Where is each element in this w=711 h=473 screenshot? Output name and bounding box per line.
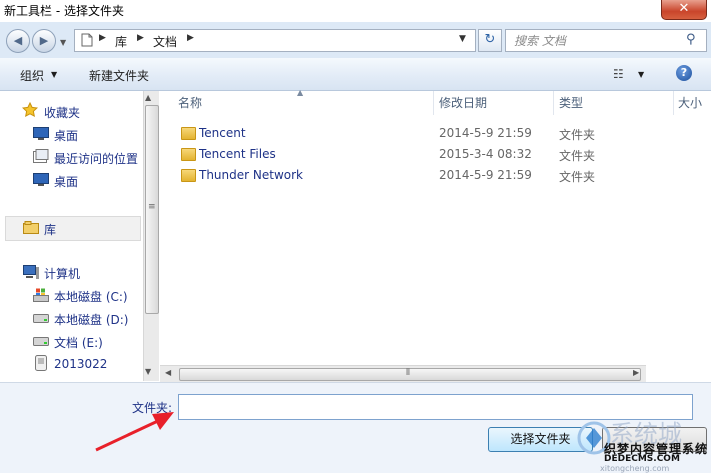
computer-icon bbox=[23, 265, 39, 279]
table-row[interactable]: Thunder Network 2014-5-9 21:59 文件夹 bbox=[160, 165, 690, 186]
search-icon[interactable]: ⚲ bbox=[686, 32, 696, 47]
column-divider[interactable] bbox=[673, 91, 674, 115]
window-title: 新工具栏 - 选择文件夹 bbox=[4, 4, 124, 18]
column-divider[interactable] bbox=[553, 91, 554, 115]
file-name: Tencent Files bbox=[199, 147, 276, 161]
scroll-down-icon[interactable]: ▼ bbox=[145, 367, 151, 376]
sidebar-item-device[interactable]: 2013022 bbox=[54, 357, 107, 371]
sidebar-item-computer[interactable]: 计算机 bbox=[44, 265, 80, 282]
new-folder-button[interactable]: 新建文件夹 bbox=[89, 67, 149, 84]
column-header-date[interactable]: 修改日期 bbox=[439, 91, 487, 115]
folder-icon bbox=[181, 148, 196, 161]
file-type: 文件夹 bbox=[559, 128, 596, 142]
forward-button[interactable]: ▶ bbox=[32, 29, 56, 53]
breadcrumb-libraries[interactable]: 库 bbox=[115, 33, 127, 50]
grip-icon: ≡ bbox=[148, 202, 156, 212]
scrollbar-thumb[interactable]: ≡ bbox=[145, 105, 159, 314]
annotation-arrow-icon bbox=[95, 412, 174, 452]
address-bar[interactable]: ▶ 库 ▶ 文档 ▶ ▼ bbox=[74, 29, 476, 52]
desktop-icon bbox=[33, 173, 49, 186]
table-row[interactable]: Tencent 2014-5-9 21:59 文件夹 bbox=[160, 123, 690, 144]
document-icon bbox=[81, 33, 93, 47]
column-header-name[interactable]: 名称 bbox=[178, 91, 202, 115]
sidebar-item-desktop[interactable]: 桌面 bbox=[54, 127, 78, 144]
table-row[interactable]: Tencent Files 2015-3-4 08:32 文件夹 bbox=[160, 144, 690, 165]
file-type: 文件夹 bbox=[559, 170, 596, 184]
folder-icon bbox=[181, 169, 196, 182]
file-date: 2014-5-9 21:59 bbox=[439, 168, 532, 182]
sidebar-item-desktop-2[interactable]: 桌面 bbox=[54, 173, 78, 190]
star-icon bbox=[22, 102, 38, 118]
file-date: 2015-3-4 08:32 bbox=[439, 147, 532, 161]
file-name: Thunder Network bbox=[199, 168, 303, 182]
chevron-down-icon[interactable]: ▼ bbox=[638, 70, 644, 79]
navigation-pane-scrollbar[interactable]: ▲ ≡ ▼ bbox=[143, 91, 159, 381]
column-divider[interactable] bbox=[433, 91, 434, 115]
organize-button[interactable]: 组织 bbox=[20, 67, 44, 84]
navigation-pane: 收藏夹 桌面 最近访问的位置 桌面 库 计算机 本地磁盘 (C:) 本地磁盘 (… bbox=[0, 91, 158, 381]
scroll-up-icon[interactable]: ▲ bbox=[145, 93, 151, 102]
scroll-left-icon[interactable]: ◀ bbox=[165, 368, 171, 377]
drive-icon bbox=[33, 314, 49, 323]
command-toolbar: 组织 ▼ 新建文件夹 ☷ ▼ ? bbox=[0, 58, 711, 91]
column-header-type[interactable]: 类型 bbox=[559, 91, 583, 115]
watermark: 系统城 织梦内容管理系统 DEDECMS.COM xitongcheng.com bbox=[570, 416, 711, 473]
search-box: ⚲ bbox=[505, 29, 707, 52]
file-name: Tencent bbox=[199, 126, 246, 140]
refresh-button[interactable]: ↻ bbox=[478, 29, 502, 52]
title-bar: 新工具栏 - 选择文件夹 ✕ bbox=[0, 0, 711, 22]
view-options-icon[interactable]: ☷ bbox=[613, 67, 624, 81]
drive-icon bbox=[33, 337, 49, 346]
system-drive-icon bbox=[33, 288, 49, 302]
breadcrumb-separator-icon[interactable]: ▶ bbox=[187, 33, 194, 43]
sidebar-item-favorites[interactable]: 收藏夹 bbox=[44, 104, 80, 121]
file-list: ▲ 名称 修改日期 类型 大小 Tencent 2014-5-9 21:59 文… bbox=[160, 88, 711, 381]
back-button[interactable]: ◀ bbox=[6, 29, 30, 53]
breadcrumb-separator-icon[interactable]: ▶ bbox=[99, 33, 106, 43]
help-button[interactable]: ? bbox=[676, 65, 692, 81]
search-input[interactable] bbox=[512, 32, 686, 50]
watermark-domain: DEDECMS.COM bbox=[604, 454, 680, 464]
file-list-horizontal-scrollbar[interactable]: ◀ ⦀ ▶ bbox=[160, 365, 646, 382]
column-header-size[interactable]: 大小 bbox=[678, 91, 702, 115]
folder-icon bbox=[181, 127, 196, 140]
address-dropdown-icon[interactable]: ▼ bbox=[459, 34, 466, 44]
breadcrumb-separator-icon[interactable]: ▶ bbox=[137, 33, 144, 43]
recent-places-icon bbox=[33, 149, 49, 163]
scroll-right-icon[interactable]: ▶ bbox=[633, 368, 639, 377]
sidebar-item-recent-places[interactable]: 最近访问的位置 bbox=[54, 150, 138, 167]
sidebar-item-libraries-label: 库 bbox=[44, 223, 57, 237]
library-icon bbox=[23, 221, 39, 234]
file-type: 文件夹 bbox=[559, 149, 596, 163]
sidebar-item-libraries[interactable]: 库 bbox=[5, 216, 141, 241]
chevron-down-icon[interactable]: ▼ bbox=[51, 70, 57, 79]
sidebar-item-drive-e[interactable]: 文档 (E:) bbox=[54, 334, 103, 351]
desktop-icon bbox=[33, 127, 49, 140]
recent-locations-dropdown-icon[interactable]: ▼ bbox=[60, 38, 66, 47]
sort-ascending-icon: ▲ bbox=[297, 88, 304, 97]
removable-device-icon bbox=[35, 355, 47, 371]
grip-icon: ⦀ bbox=[406, 368, 410, 378]
file-date: 2014-5-9 21:59 bbox=[439, 126, 532, 140]
scrollbar-thumb[interactable]: ⦀ bbox=[179, 368, 641, 381]
sidebar-item-drive-c[interactable]: 本地磁盘 (C:) bbox=[54, 288, 128, 305]
close-button[interactable]: ✕ bbox=[661, 0, 707, 20]
sidebar-item-drive-d[interactable]: 本地磁盘 (D:) bbox=[54, 311, 128, 328]
breadcrumb-documents[interactable]: 文档 bbox=[153, 33, 177, 50]
